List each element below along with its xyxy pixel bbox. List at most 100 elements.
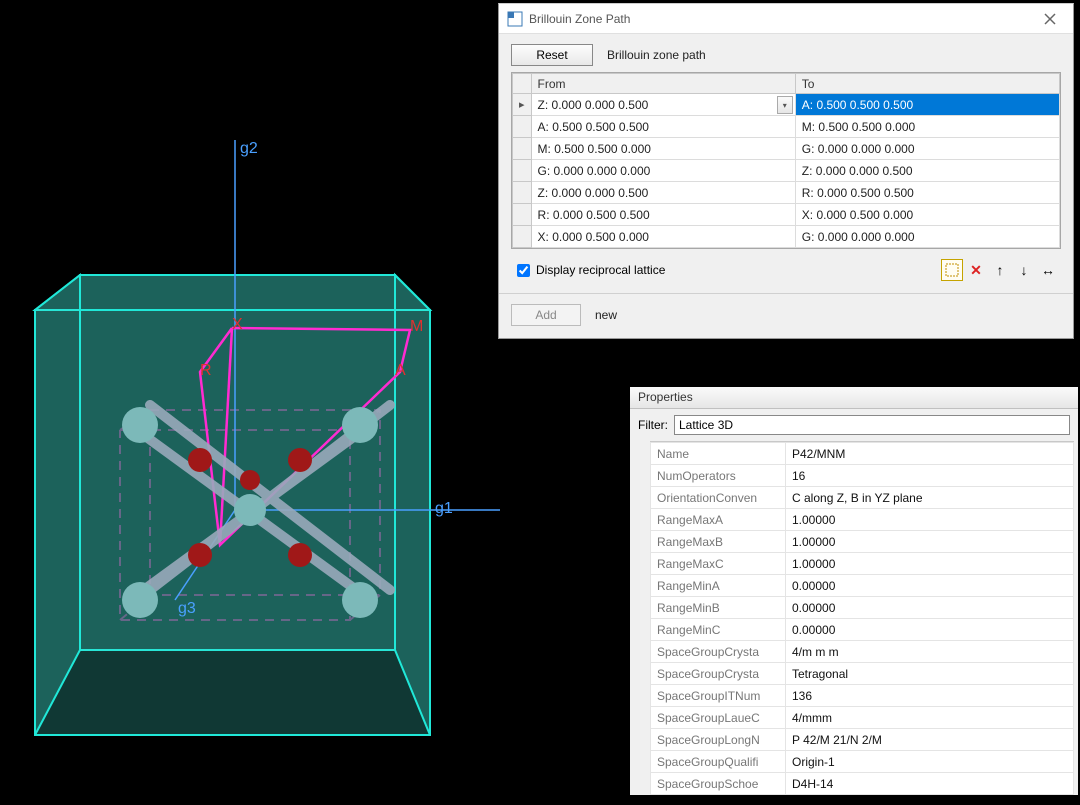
property-value[interactable]: P 42/M 21/N 2/M: [786, 729, 1074, 751]
properties-title: Properties: [630, 387, 1078, 409]
property-row[interactable]: SpaceGroupITNum136: [651, 685, 1074, 707]
property-key: RangeMaxB: [651, 531, 786, 553]
table-row[interactable]: A: 0.500 0.500 0.500M: 0.500 0.500 0.000: [513, 116, 1060, 138]
property-value[interactable]: Origin-1: [786, 751, 1074, 773]
properties-panel: Properties Filter: NameP42/MNMNumOperato…: [628, 385, 1080, 795]
col-to-header[interactable]: To: [795, 74, 1059, 94]
from-cell[interactable]: Z: 0.000 0.000 0.500: [531, 182, 795, 204]
property-row[interactable]: SpaceGroupLongNP 42/M 21/N 2/M: [651, 729, 1074, 751]
from-cell[interactable]: R: 0.000 0.500 0.500: [531, 204, 795, 226]
property-key: NumOperators: [651, 465, 786, 487]
property-value[interactable]: 1.00000: [786, 531, 1074, 553]
expand-icon[interactable]: ↔: [1037, 259, 1059, 281]
property-key: RangeMaxA: [651, 509, 786, 531]
property-key: OrientationConven: [651, 487, 786, 509]
filter-label: Filter:: [638, 418, 668, 432]
property-key: RangeMinB: [651, 597, 786, 619]
property-row[interactable]: RangeMaxB1.00000: [651, 531, 1074, 553]
row-marker: [513, 116, 532, 138]
property-value[interactable]: C along Z, B in YZ plane: [786, 487, 1074, 509]
property-key: RangeMinC: [651, 619, 786, 641]
property-value[interactable]: Tetragonal: [786, 663, 1074, 685]
axis-label-g3: g3: [178, 600, 196, 618]
filter-input[interactable]: [674, 415, 1070, 435]
from-cell[interactable]: A: 0.500 0.500 0.500: [531, 116, 795, 138]
path-table[interactable]: From To ▸Z: 0.000 0.000 0.500▾A: 0.500 0…: [511, 72, 1061, 249]
col-from-header[interactable]: From: [531, 74, 795, 94]
viewport-3d[interactable]: g2 g1 g3 X M R A: [0, 0, 500, 805]
property-value[interactable]: P42/MNM: [786, 443, 1074, 465]
property-value[interactable]: 16: [786, 465, 1074, 487]
property-value[interactable]: 4/mmm: [786, 707, 1074, 729]
to-cell[interactable]: A: 0.500 0.500 0.500: [795, 94, 1059, 116]
property-row[interactable]: SpaceGroupCrysta4/m m m: [651, 641, 1074, 663]
property-row[interactable]: SpaceGroupLaueC4/mmm: [651, 707, 1074, 729]
property-row[interactable]: RangeMinA0.00000: [651, 575, 1074, 597]
property-row[interactable]: RangeMaxC1.00000: [651, 553, 1074, 575]
property-row[interactable]: SpaceGroupSchoeD4H-14: [651, 773, 1074, 795]
property-value[interactable]: 0.00000: [786, 597, 1074, 619]
property-row[interactable]: RangeMinB0.00000: [651, 597, 1074, 619]
from-cell[interactable]: G: 0.000 0.000 0.000: [531, 160, 795, 182]
to-cell[interactable]: X: 0.000 0.500 0.000: [795, 204, 1059, 226]
to-cell[interactable]: G: 0.000 0.000 0.000: [795, 138, 1059, 160]
to-cell[interactable]: G: 0.000 0.000 0.000: [795, 226, 1059, 248]
row-marker: [513, 204, 532, 226]
table-row[interactable]: Z: 0.000 0.000 0.500R: 0.000 0.500 0.500: [513, 182, 1060, 204]
property-row[interactable]: SpaceGroupCrystaTetragonal: [651, 663, 1074, 685]
property-key: RangeMaxC: [651, 553, 786, 575]
close-icon[interactable]: [1035, 7, 1065, 31]
to-cell[interactable]: M: 0.500 0.500 0.000: [795, 116, 1059, 138]
from-cell[interactable]: X: 0.000 0.500 0.000: [531, 226, 795, 248]
property-row[interactable]: RangeMinC0.00000: [651, 619, 1074, 641]
to-cell[interactable]: R: 0.000 0.500 0.500: [795, 182, 1059, 204]
property-row[interactable]: SpaceGroupQualifiOrigin-1: [651, 751, 1074, 773]
property-value[interactable]: 0.00000: [786, 575, 1074, 597]
display-reciprocal-label: Display reciprocal lattice: [536, 263, 665, 277]
property-key: SpaceGroupSchoe: [651, 773, 786, 795]
reset-button[interactable]: Reset: [511, 44, 593, 66]
row-marker: [513, 160, 532, 182]
property-key: SpaceGroupQualifi: [651, 751, 786, 773]
move-down-icon[interactable]: ↓: [1013, 259, 1035, 281]
select-icon[interactable]: [941, 259, 963, 281]
display-reciprocal-checkbox[interactable]: [517, 264, 530, 277]
dialog-titlebar[interactable]: Brillouin Zone Path: [499, 4, 1073, 34]
add-button[interactable]: Add: [511, 304, 581, 326]
from-cell[interactable]: Z: 0.000 0.000 0.500▾: [531, 94, 795, 116]
move-up-icon[interactable]: ↑: [989, 259, 1011, 281]
table-row[interactable]: G: 0.000 0.000 0.000Z: 0.000 0.000 0.500: [513, 160, 1060, 182]
to-cell[interactable]: Z: 0.000 0.000 0.500: [795, 160, 1059, 182]
table-row[interactable]: X: 0.000 0.500 0.000G: 0.000 0.000 0.000: [513, 226, 1060, 248]
property-row[interactable]: NumOperators16: [651, 465, 1074, 487]
table-row[interactable]: M: 0.500 0.500 0.000G: 0.000 0.000 0.000: [513, 138, 1060, 160]
property-value[interactable]: 1.00000: [786, 509, 1074, 531]
new-label: new: [595, 308, 617, 322]
table-row[interactable]: ▸Z: 0.000 0.000 0.500▾A: 0.500 0.500 0.5…: [513, 94, 1060, 116]
property-value[interactable]: 0.00000: [786, 619, 1074, 641]
table-row[interactable]: R: 0.000 0.500 0.500X: 0.000 0.500 0.000: [513, 204, 1060, 226]
row-marker: [513, 182, 532, 204]
bz-point-r: R: [200, 362, 212, 380]
path-label: Brillouin zone path: [607, 48, 706, 62]
axis-label-g1: g1: [435, 500, 453, 518]
properties-grid[interactable]: NameP42/MNMNumOperators16OrientationConv…: [650, 441, 1074, 795]
property-value[interactable]: 4/m m m: [786, 641, 1074, 663]
brillouin-zone-path-dialog: Brillouin Zone Path Reset Brillouin zone…: [498, 3, 1074, 339]
property-row[interactable]: OrientationConvenC along Z, B in YZ plan…: [651, 487, 1074, 509]
property-row[interactable]: RangeMaxA1.00000: [651, 509, 1074, 531]
row-marker: [513, 138, 532, 160]
property-value[interactable]: 1.00000: [786, 553, 1074, 575]
row-marker: [513, 226, 532, 248]
row-header-col: [513, 74, 532, 94]
property-value[interactable]: D4H-14: [786, 773, 1074, 795]
from-cell[interactable]: M: 0.500 0.500 0.000: [531, 138, 795, 160]
bz-point-m: M: [410, 318, 423, 336]
property-key: RangeMinA: [651, 575, 786, 597]
dropdown-icon[interactable]: ▾: [777, 96, 793, 114]
property-key: SpaceGroupLongN: [651, 729, 786, 751]
property-row[interactable]: NameP42/MNM: [651, 443, 1074, 465]
delete-icon[interactable]: ✕: [965, 259, 987, 281]
property-value[interactable]: 136: [786, 685, 1074, 707]
property-key: SpaceGroupCrysta: [651, 641, 786, 663]
